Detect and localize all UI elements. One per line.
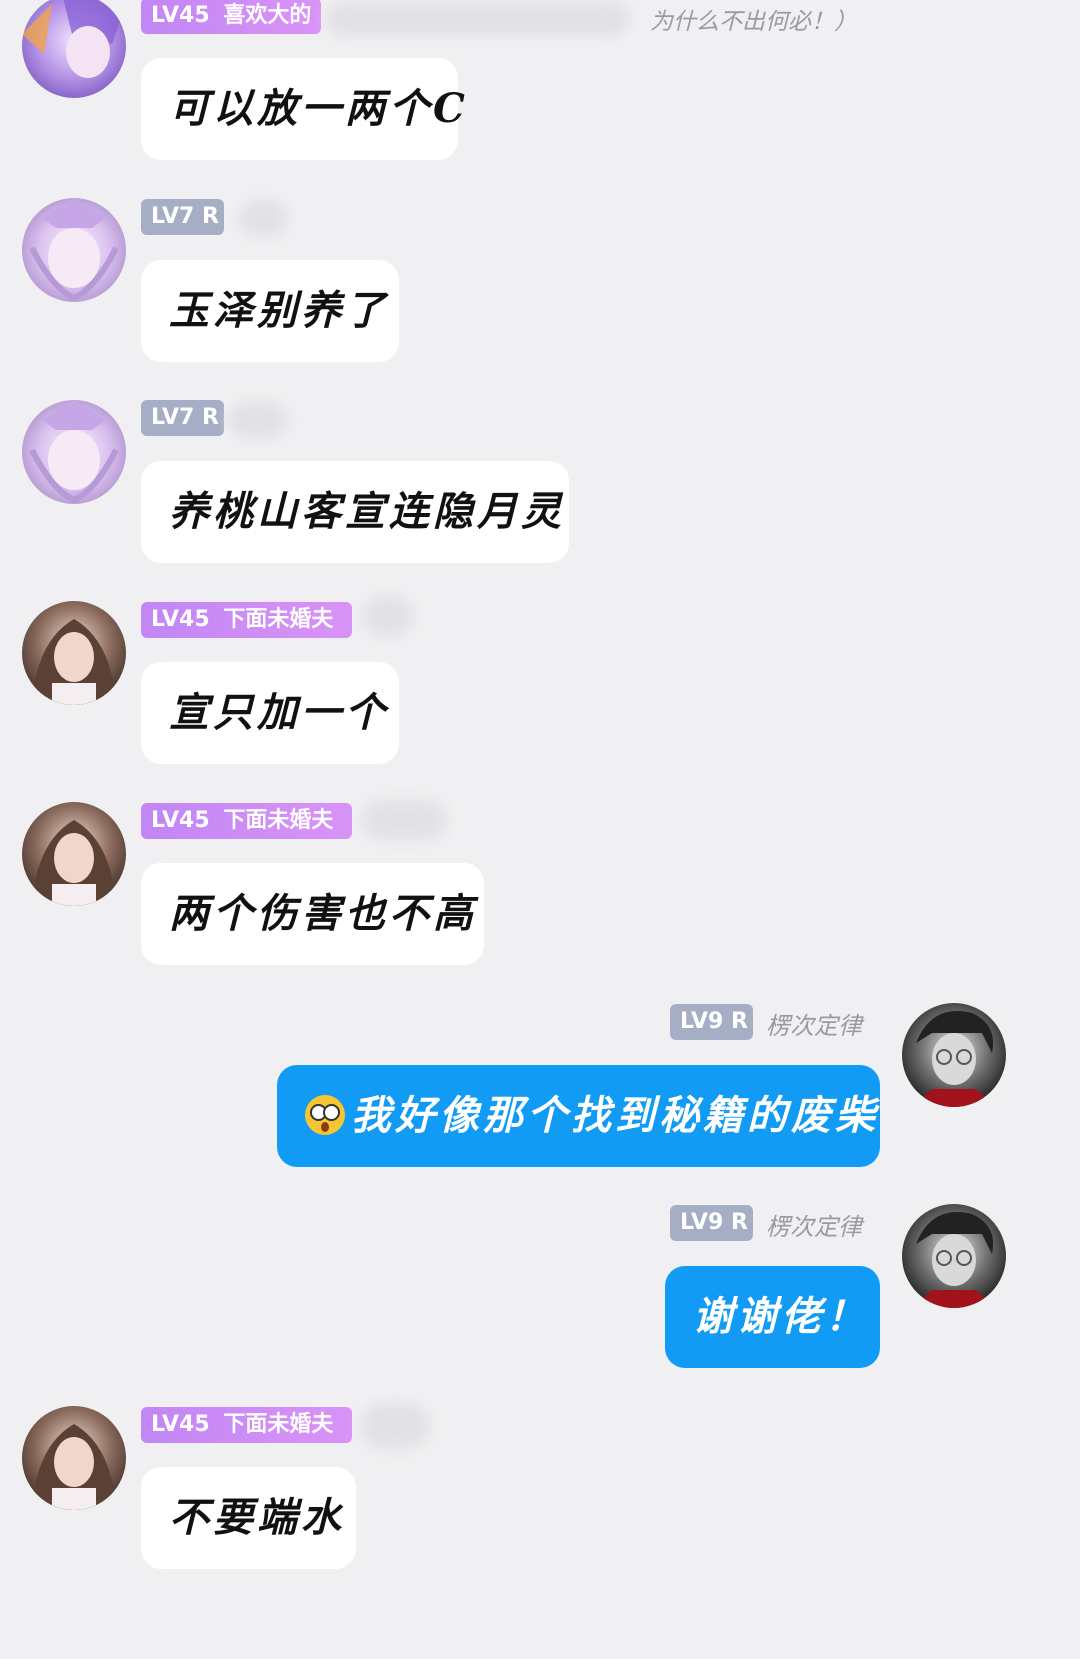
avatar-image xyxy=(22,400,126,504)
sender-nickname: 楞次定律 xyxy=(766,1012,862,1040)
level-badge: LV7 R xyxy=(141,400,224,436)
blurred-nickname xyxy=(238,200,288,236)
sender-nickname: 楞次定律 xyxy=(766,1213,862,1241)
level-badge: LV45 下面未婚夫 xyxy=(141,803,352,839)
blurred-nickname xyxy=(362,800,447,840)
avatar-image xyxy=(902,1204,1006,1308)
level-badge: LV7 R xyxy=(141,199,224,235)
avatar[interactable] xyxy=(22,198,126,302)
blurred-nickname xyxy=(362,596,414,636)
message-bubble[interactable]: 不要端水 xyxy=(141,1467,356,1569)
avatar-image xyxy=(22,601,126,705)
avatar[interactable] xyxy=(22,400,126,504)
blurred-nickname xyxy=(360,1403,430,1449)
message-bubble[interactable]: 两个伤害也不高 xyxy=(141,863,484,965)
blurred-nickname xyxy=(228,402,288,438)
message-bubble[interactable]: 养桃山客宣连隐月灵 xyxy=(141,461,569,563)
avatar[interactable] xyxy=(902,1204,1006,1308)
message-bubble[interactable]: 宣只加一个 xyxy=(141,662,399,764)
level-badge: LV45 喜欢大的 xyxy=(141,0,322,34)
avatar-image xyxy=(22,802,126,906)
message-text: 我好像那个找到秘籍的废柴 xyxy=(351,1092,879,1139)
level-badge: LV9 R xyxy=(670,1004,753,1040)
avatar-image xyxy=(902,1003,1006,1107)
avatar-image xyxy=(22,198,126,302)
avatar-image xyxy=(22,0,126,98)
avatar[interactable] xyxy=(902,1003,1006,1107)
message-bubble[interactable]: 可以放一两个C xyxy=(141,58,465,160)
message-bubble[interactable]: 玉泽别养了 xyxy=(141,260,399,362)
avatar[interactable] xyxy=(22,0,126,98)
avatar-image xyxy=(22,1406,126,1510)
flushed-face-emoji xyxy=(305,1095,345,1135)
level-badge: LV45 下面未婚夫 xyxy=(141,602,352,638)
avatar[interactable] xyxy=(22,601,126,705)
level-badge: LV9 R xyxy=(670,1205,753,1241)
level-badge: LV45 下面未婚夫 xyxy=(141,1407,352,1443)
message-fragment: 为什么不出何必！） xyxy=(650,9,857,35)
avatar[interactable] xyxy=(22,1406,126,1510)
blurred-nickname xyxy=(325,2,630,36)
avatar[interactable] xyxy=(22,802,126,906)
message-bubble[interactable]: 谢谢佬！ xyxy=(665,1266,880,1368)
message-bubble[interactable]: 我好像那个找到秘籍的废柴 xyxy=(277,1065,880,1167)
